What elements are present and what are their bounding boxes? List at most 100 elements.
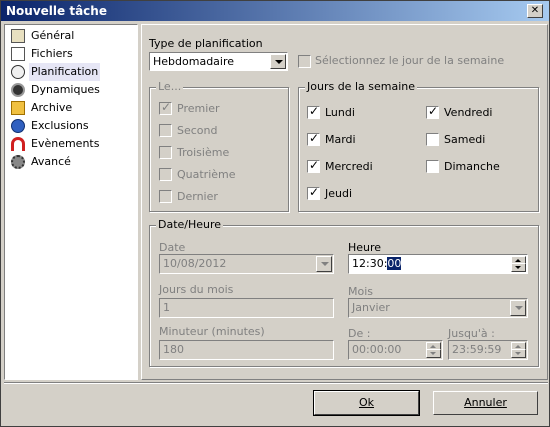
sidebar-item-label: Dynamiques [31, 83, 100, 96]
day-wednesday-checkbox[interactable]: ✓ [307, 158, 320, 173]
select-day-checkbox[interactable] [298, 55, 311, 68]
le-group-title: Le... [156, 80, 184, 93]
sidebar-item-label: Planification [29, 63, 101, 81]
dialog-window: Nouvelle tâche ✕ Général Fichiers Planif… [0, 0, 550, 427]
cancel-button-label: Annuler [464, 396, 507, 409]
le-group: Le... ✓ Premier Second Troisième Quatriè… [149, 80, 289, 212]
day-saturday-checkbox[interactable] [426, 133, 439, 146]
date-picker[interactable]: 10/08/2012 [159, 254, 334, 274]
time-seconds-selected: 00 [387, 257, 402, 270]
from-time-value: 00:00:00 [352, 343, 402, 356]
sidebar: Général Fichiers Planification Dynamique… [4, 24, 138, 380]
datetime-group: Date/Heure Date 10/08/2012 Heure 12:30:0… [149, 218, 539, 367]
days-group-title: Jours de la semaine [305, 80, 417, 93]
time-label: Heure [348, 241, 382, 254]
time-field[interactable]: 12:30:00 [348, 254, 528, 274]
day-sunday-label: Dimanche [444, 160, 500, 173]
close-button[interactable]: ✕ [527, 4, 543, 18]
checkmark-icon: ✓ [309, 158, 320, 172]
chevron-down-icon[interactable] [270, 54, 286, 69]
cancel-button[interactable]: Annuler [433, 391, 538, 415]
le-last-checkbox[interactable] [159, 190, 172, 203]
datetime-group-title: Date/Heure [156, 218, 224, 231]
spin-down-icon[interactable] [511, 349, 526, 358]
from-time-field[interactable]: 00:00:00 [348, 340, 443, 360]
le-last-label: Dernier [177, 190, 218, 203]
time-value: 12:30:00 [352, 257, 402, 270]
spin-down-icon[interactable] [426, 349, 441, 358]
sidebar-item-label: Evènements [31, 137, 100, 150]
checkmark-icon: ✓ [428, 104, 439, 118]
days-of-month-field[interactable]: 1 [159, 298, 334, 318]
le-first-label: Premier [177, 102, 220, 115]
day-friday-label: Vendredi [444, 106, 493, 119]
sidebar-item-label: Fichiers [31, 47, 73, 60]
day-monday-label: Lundi [325, 106, 355, 119]
to-label: Jusqu'à : [448, 327, 495, 340]
le-fourth-checkbox[interactable] [159, 168, 172, 181]
date-value: 10/08/2012 [163, 257, 227, 270]
day-thursday-label: Jeudi [325, 187, 353, 200]
time-hh-mm: 12:30: [352, 257, 388, 270]
sidebar-item-events[interactable]: Evènements [7, 135, 135, 153]
month-select[interactable]: Janvier [348, 298, 528, 318]
day-tuesday-label: Mardi [325, 133, 356, 146]
schedule-type-label: Type de planification [149, 37, 263, 50]
sidebar-item-files[interactable]: Fichiers [7, 45, 135, 63]
le-fourth-label: Quatrième [177, 168, 236, 181]
sidebar-item-planification[interactable]: Planification [7, 63, 135, 81]
schedule-type-select[interactable]: Hebdomadaire [149, 52, 288, 71]
clock-icon [11, 65, 25, 79]
magnet-icon [11, 137, 25, 151]
checkmark-icon: ✓ [309, 185, 320, 199]
to-time-value: 23:59:59 [452, 343, 502, 356]
day-sunday-checkbox[interactable] [426, 160, 439, 173]
sidebar-item-exclusions[interactable]: Exclusions [7, 117, 135, 135]
days-of-month-value: 1 [163, 301, 170, 314]
le-first-checkbox[interactable]: ✓ [159, 100, 172, 115]
gear-icon [11, 155, 25, 169]
day-monday-checkbox[interactable]: ✓ [307, 104, 320, 119]
ok-button-label: Ok [358, 396, 375, 409]
day-saturday-label: Samedi [444, 133, 486, 146]
checkmark-icon: ✓ [309, 104, 320, 118]
le-third-checkbox[interactable] [159, 146, 172, 159]
general-icon [11, 29, 25, 43]
days-of-month-label: Jours du mois [159, 283, 234, 296]
le-second-label: Second [177, 124, 218, 137]
dynamic-icon [11, 83, 25, 97]
day-friday-checkbox[interactable]: ✓ [426, 104, 439, 119]
spin-down-icon[interactable] [511, 263, 526, 272]
day-thursday-checkbox[interactable]: ✓ [307, 185, 320, 200]
bottom-separator [4, 382, 548, 384]
planification-panel: Type de planification Hebdomadaire Sélec… [141, 24, 548, 380]
day-tuesday-checkbox[interactable]: ✓ [307, 131, 320, 146]
schedule-type-value: Hebdomadaire [153, 55, 235, 68]
exclusion-icon [11, 119, 25, 133]
date-label: Date [159, 241, 186, 254]
to-time-field[interactable]: 23:59:59 [448, 340, 528, 360]
le-third-label: Troisième [177, 146, 230, 159]
select-day-label: Sélectionnez le jour de la semaine [315, 54, 505, 67]
sidebar-item-advanced[interactable]: Avancé [7, 153, 135, 171]
month-value: Janvier [352, 301, 390, 314]
ok-button[interactable]: Ok [313, 390, 420, 416]
month-label: Mois [348, 285, 374, 298]
window-title: Nouvelle tâche [6, 4, 107, 18]
sidebar-item-archive[interactable]: Archive [7, 99, 135, 117]
le-second-checkbox[interactable] [159, 124, 172, 137]
sidebar-item-general[interactable]: Général [7, 27, 135, 45]
timer-field[interactable]: 180 [159, 340, 334, 360]
title-bar[interactable]: Nouvelle tâche ✕ [1, 1, 549, 21]
day-wednesday-label: Mercredi [325, 160, 373, 173]
close-icon: ✕ [530, 5, 540, 16]
sidebar-item-dynamic[interactable]: Dynamiques [7, 81, 135, 99]
chevron-down-icon[interactable] [316, 256, 332, 272]
sidebar-item-label: Général [31, 29, 75, 42]
timer-value: 180 [163, 343, 184, 356]
sidebar-item-label: Avancé [31, 155, 71, 168]
from-label: De : [348, 327, 371, 340]
chevron-down-icon[interactable] [510, 300, 526, 316]
days-group: Jours de la semaine ✓ Lundi ✓ Mardi ✓ Me… [298, 80, 539, 212]
archive-icon [11, 101, 25, 115]
